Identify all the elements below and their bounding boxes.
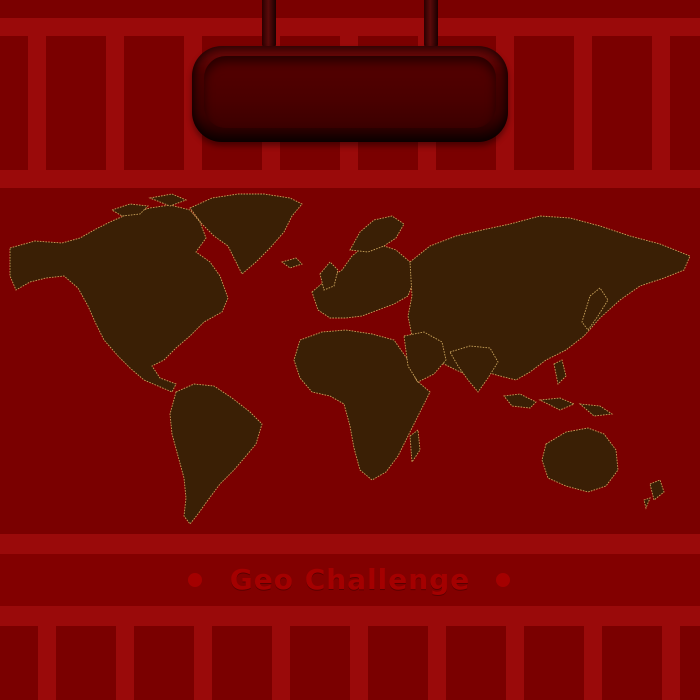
fence-post (652, 18, 670, 188)
fence-post (662, 626, 680, 700)
fence-post (272, 626, 290, 700)
game-title: Geo Challenge (229, 563, 471, 596)
question-sign-display (204, 56, 496, 128)
north-america (9, 204, 229, 393)
bottom-fence (0, 626, 700, 700)
sign-rod-left (262, 0, 276, 50)
world-map-panel[interactable] (0, 188, 700, 534)
bottom-rail-lower (0, 606, 700, 626)
fence-post (38, 626, 56, 700)
indonesia (503, 393, 614, 417)
fence-post (106, 18, 124, 188)
iceland (281, 257, 303, 269)
australia (541, 427, 619, 493)
fence-post (428, 626, 446, 700)
fence-post (506, 626, 524, 700)
world-map[interactable] (0, 188, 700, 534)
fence-post (584, 626, 602, 700)
fence-post (28, 18, 46, 188)
fence-post (194, 626, 212, 700)
fence-post (350, 626, 368, 700)
bottom-rail-upper (0, 534, 700, 554)
fence-post (116, 626, 134, 700)
south-america (169, 383, 263, 525)
scandinavia (349, 215, 405, 253)
philippines (553, 359, 567, 385)
question-sign (192, 46, 508, 142)
sign-rod-right (424, 0, 438, 50)
fence-post (574, 18, 592, 188)
madagascar (409, 429, 421, 464)
asia (407, 215, 691, 381)
new-zealand (643, 479, 665, 510)
